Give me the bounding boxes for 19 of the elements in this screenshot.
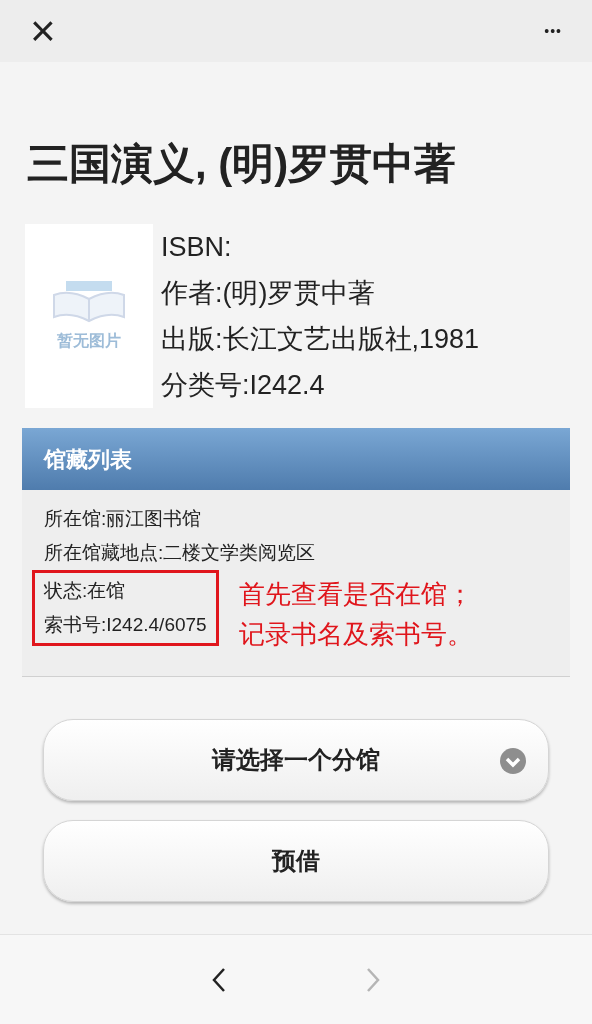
holding-detail: 状态:在馆 [44,579,127,603]
book-detail: 分类号:I242.4 [161,369,326,402]
no-image-text: 暂无图片 [57,331,121,351]
book-title: 三国演义, (明)罗贯中著 [26,139,458,189]
annotation-text: 首先查看是否在馆； [238,578,473,611]
book-detail: 作者:(明)罗贯中著 [161,277,377,310]
reserve-button[interactable]: 预借 [43,820,549,902]
annotation-text: 记录书名及索书号。 [238,618,473,651]
book-detail: 出版:长江文艺出版社,1981 [161,323,480,356]
branch-select[interactable]: 请选择一个分馆 [43,719,549,801]
holding-detail: 所在馆藏地点:二楼文学类阅览区 [44,541,317,565]
close-button[interactable]: × [30,9,56,53]
chevron-down-icon [500,748,526,774]
book-detail: ISBN: [161,231,233,264]
book-icon [50,279,128,325]
holding-detail: 索书号:I242.4/6075 [44,613,207,637]
more-button[interactable]: ••• [544,20,562,42]
holdings-header: 馆藏列表 [22,428,570,490]
holding-detail: 所在馆:丽江图书馆 [44,507,203,531]
